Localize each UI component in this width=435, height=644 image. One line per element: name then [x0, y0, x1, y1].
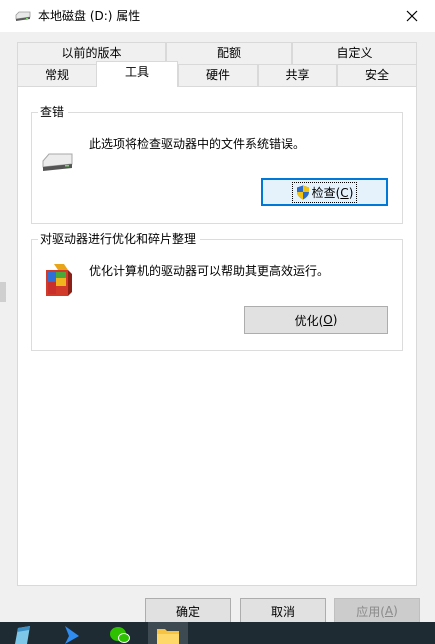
apply-button[interactable]: 应用(A) [334, 598, 420, 624]
tools-panel: 查错 此选项将检查驱动器中的文件系统错误。 检查(C) 对驱动器进行优化和碎片整… [17, 86, 417, 586]
cancel-button-label: 取消 [270, 604, 295, 619]
check-button[interactable]: 检查(C) [261, 178, 388, 206]
tab-label: 自定义 [336, 46, 373, 60]
ok-button[interactable]: 确定 [145, 598, 231, 624]
tab-label: 配额 [216, 46, 241, 60]
drive-icon [14, 9, 32, 23]
defrag-icon [42, 262, 74, 301]
close-icon [406, 10, 418, 22]
file-explorer-icon [157, 629, 179, 644]
optimize-button-label: 优化( [294, 313, 324, 328]
apply-button-tail: ) [393, 604, 398, 618]
error-checking-group [31, 112, 403, 224]
taskbar [0, 622, 435, 644]
optimize-title: 对驱动器进行优化和碎片整理 [38, 232, 201, 246]
window-title: 本地磁盘 (D:) 属性 [38, 9, 141, 23]
drive-icon [41, 150, 75, 177]
tab-label: 安全 [364, 68, 389, 82]
tab-customize[interactable]: 自定义 [292, 42, 417, 64]
tab-label: 工具 [124, 65, 149, 79]
error-checking-title: 查错 [38, 105, 69, 119]
tab-tools[interactable]: 工具 [96, 61, 178, 87]
tab-general[interactable]: 常规 [17, 64, 97, 86]
apply-button-accel: A [384, 604, 394, 618]
taskbar-file-explorer[interactable] [148, 622, 188, 644]
tab-quota[interactable]: 配额 [166, 42, 292, 64]
check-button-accel: C [340, 185, 349, 200]
check-button-content: 检查(C) [291, 181, 358, 203]
optimize-button-tail: ) [332, 313, 338, 327]
tab-label: 共享 [285, 68, 310, 82]
tab-label: 硬件 [205, 68, 230, 82]
notepad-icon [15, 626, 30, 644]
background-window-edge [0, 282, 6, 302]
optimize-button-accel: O [323, 313, 333, 327]
optimize-button[interactable]: 优化(O) [244, 306, 388, 334]
optimize-group [31, 239, 403, 351]
shield-icon [296, 185, 309, 199]
tab-security[interactable]: 安全 [337, 64, 417, 86]
optimize-description: 优化计算机的驱动器可以帮助其更高效运行。 [89, 264, 330, 278]
tab-label: 以前的版本 [61, 46, 122, 60]
check-button-tail: ) [348, 185, 354, 200]
close-button[interactable] [389, 0, 435, 32]
taskbar-wechat[interactable] [100, 622, 140, 644]
tab-label: 常规 [44, 68, 69, 82]
tab-hardware[interactable]: 硬件 [178, 64, 258, 86]
wechat-icon [110, 627, 130, 643]
check-button-label: 检查( [311, 185, 341, 200]
cancel-button[interactable]: 取消 [240, 598, 326, 624]
title-bar[interactable]: 本地磁盘 (D:) 属性 [0, 0, 435, 32]
taskbar-notepad[interactable] [4, 622, 44, 644]
taskbar-feishu[interactable] [52, 622, 92, 644]
tab-sharing[interactable]: 共享 [258, 64, 337, 86]
feishu-icon [65, 626, 79, 644]
error-checking-description: 此选项将检查驱动器中的文件系统错误。 [89, 137, 306, 151]
apply-button-label: 应用( [356, 604, 385, 619]
properties-dialog: 本地磁盘 (D:) 属性 以前的版本 配额 自定义 常规 工具 硬件 共享 安全… [0, 0, 435, 624]
ok-button-label: 确定 [175, 604, 200, 619]
